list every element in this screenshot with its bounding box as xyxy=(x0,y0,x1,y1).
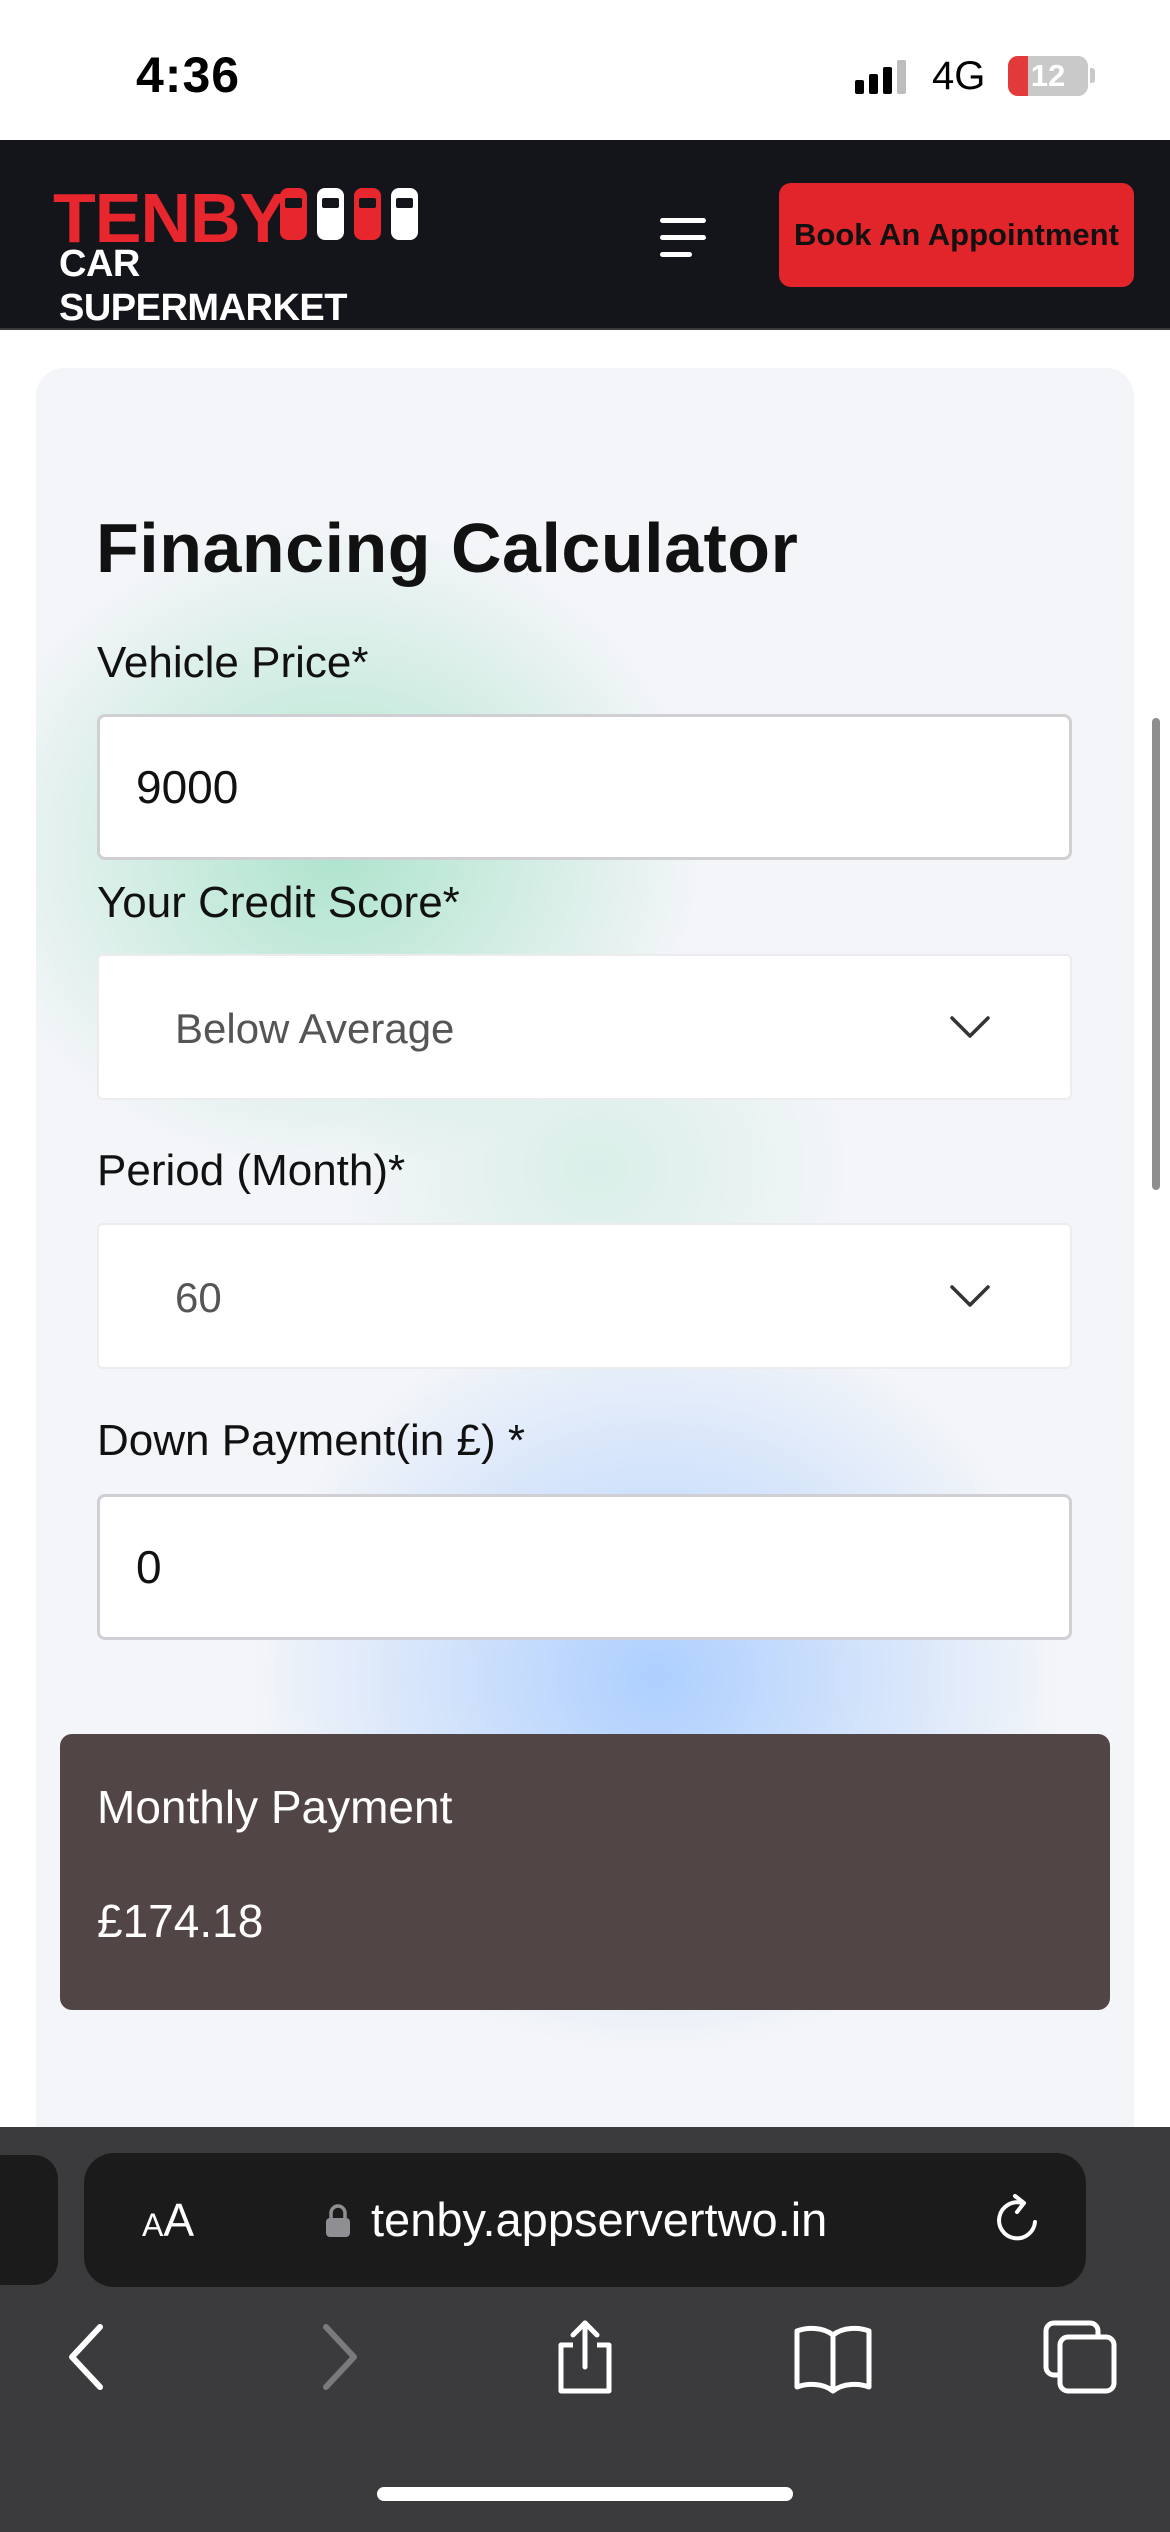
browser-toolbar: AA tenby.appservertwo.in xyxy=(0,2127,1170,2532)
chevron-down-icon xyxy=(950,1285,990,1307)
url-text[interactable]: tenby.appservertwo.in xyxy=(371,2153,827,2287)
book-appointment-button[interactable]: Book An Appointment xyxy=(779,183,1134,287)
status-time: 4:36 xyxy=(136,47,241,103)
page-title: Financing Calculator xyxy=(96,509,799,587)
lock-icon xyxy=(326,2204,350,2237)
previous-tab-edge[interactable] xyxy=(0,2155,58,2285)
menu-icon[interactable] xyxy=(660,218,710,258)
vehicle-price-label: Vehicle Price* xyxy=(97,638,369,687)
battery-level: 12 xyxy=(1030,58,1066,93)
logo-subtitle: CAR SUPERMARKET xyxy=(59,243,347,329)
down-payment-input[interactable] xyxy=(97,1494,1072,1640)
vehicle-price-input[interactable] xyxy=(97,714,1072,860)
credit-score-label: Your Credit Score* xyxy=(97,878,460,927)
cars-logo-icon xyxy=(280,188,418,240)
network-label: 4G xyxy=(932,54,986,98)
down-payment-label: Down Payment(in £) * xyxy=(97,1416,525,1465)
share-icon[interactable] xyxy=(545,2317,625,2397)
chevron-down-icon xyxy=(950,1016,990,1038)
tabs-icon[interactable] xyxy=(1040,2317,1120,2397)
site-header: TENBY CAR SUPERMARKET Book An Appointmen… xyxy=(0,140,1170,330)
monthly-payment-value: £174.18 xyxy=(97,1895,264,1947)
credit-score-select[interactable]: Below Average xyxy=(97,954,1072,1100)
financing-calculator-card: Financing Calculator Vehicle Price* Your… xyxy=(36,368,1134,2168)
bookmarks-icon[interactable] xyxy=(793,2317,873,2397)
period-value: 60 xyxy=(175,1274,222,1321)
monthly-payment-label: Monthly Payment xyxy=(97,1781,453,1833)
scrollbar[interactable] xyxy=(1152,718,1160,1190)
address-bar[interactable]: AA tenby.appservertwo.in xyxy=(84,2153,1086,2287)
back-icon[interactable] xyxy=(48,2317,128,2397)
period-select[interactable]: 60 xyxy=(97,1223,1072,1369)
status-bar: 4:36 4G 12 xyxy=(0,0,1170,140)
monthly-payment-result: Monthly Payment £174.18 xyxy=(60,1734,1110,2010)
period-label: Period (Month)* xyxy=(97,1146,406,1195)
battery-icon: 12 xyxy=(1008,56,1088,96)
battery-tip xyxy=(1090,68,1095,83)
reload-icon[interactable] xyxy=(989,2191,1047,2249)
credit-score-value: Below Average xyxy=(175,1005,455,1052)
logo[interactable]: TENBY CAR SUPERMARKET xyxy=(50,180,420,329)
forward-icon[interactable] xyxy=(298,2317,378,2397)
text-size-button[interactable]: AA xyxy=(128,2183,208,2257)
home-indicator[interactable] xyxy=(377,2487,793,2501)
signal-icon xyxy=(855,60,906,94)
